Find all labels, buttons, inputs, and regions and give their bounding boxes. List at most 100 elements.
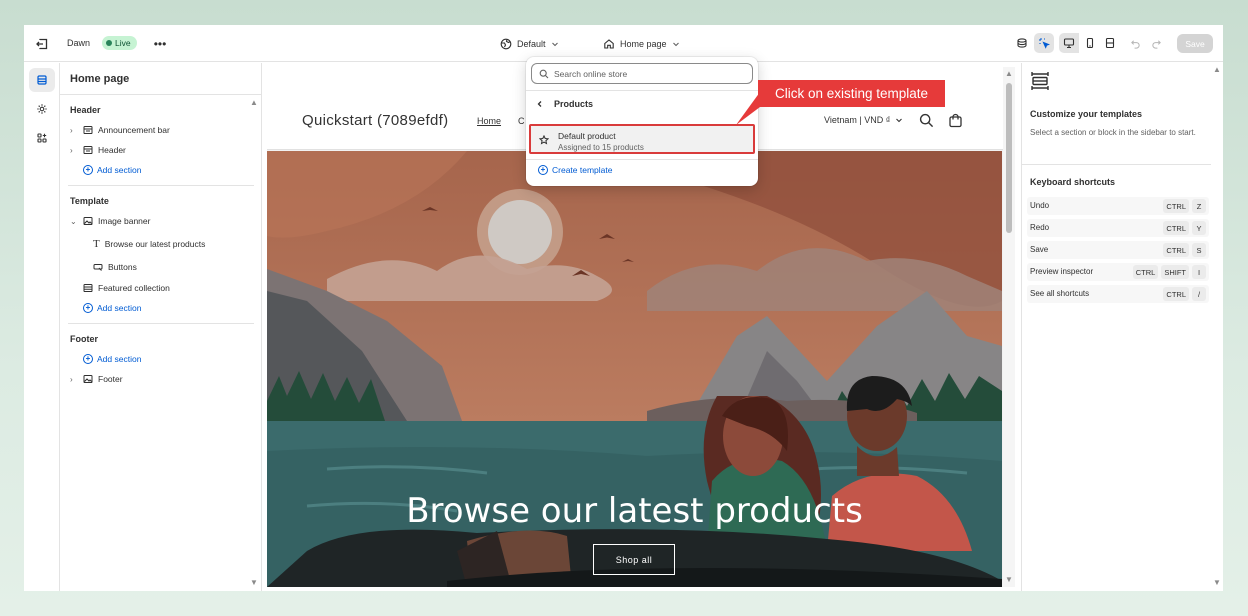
- divider: [68, 323, 254, 324]
- key-cap: Z: [1192, 199, 1206, 213]
- desktop-view-icon[interactable]: [1059, 33, 1079, 53]
- scroll-down-icon[interactable]: ▼: [1005, 575, 1013, 584]
- sections-icon[interactable]: [29, 68, 55, 92]
- key-cap: SHIFT: [1161, 265, 1189, 279]
- shop-all-button[interactable]: Shop all: [593, 544, 675, 575]
- key-cap: CTRL: [1163, 287, 1189, 301]
- apps-icon[interactable]: [29, 126, 55, 150]
- nav-link-partial[interactable]: C: [518, 116, 525, 126]
- undo-icon[interactable]: [1125, 33, 1145, 53]
- sidebar-item-buttons-block[interactable]: Buttons: [93, 260, 137, 274]
- add-section-footer-button[interactable]: + Add section: [83, 352, 141, 366]
- inspector-select-icon[interactable]: [1034, 33, 1054, 53]
- nav-link-home[interactable]: Home: [477, 116, 501, 126]
- scroll-up-icon[interactable]: ▲: [1005, 69, 1013, 78]
- template-selector[interactable]: Default: [500, 36, 559, 52]
- template-option-default-product[interactable]: Default product Assigned to 15 products: [529, 124, 755, 154]
- key-cap: I: [1192, 265, 1206, 279]
- live-status-badge: Live: [102, 36, 137, 50]
- preview-scrollbar[interactable]: ▲ ▼: [1003, 67, 1015, 587]
- shortcut-label: Redo: [1030, 223, 1050, 232]
- divider: [526, 159, 758, 160]
- divider: [526, 90, 758, 91]
- live-label: Live: [115, 38, 131, 48]
- search-field[interactable]: [531, 63, 753, 84]
- key-cap: CTRL: [1132, 265, 1159, 279]
- theme-name: Dawn: [67, 38, 91, 48]
- plus-circle-icon: +: [83, 165, 93, 175]
- template-layout-icon: [1030, 71, 1050, 91]
- search-icon[interactable]: [918, 112, 934, 128]
- image-banner[interactable]: Browse our latest products Shop all: [267, 151, 1002, 587]
- sidebar-item-announcement-bar[interactable]: › Announcement bar: [70, 123, 170, 137]
- collection-section-icon: [83, 284, 93, 292]
- create-template-button[interactable]: + Create template: [538, 163, 612, 177]
- sidebar-item-label: Image banner: [98, 216, 151, 226]
- star-icon: [539, 135, 549, 145]
- header-group-title: Header: [70, 105, 101, 115]
- mobile-view-icon[interactable]: [1080, 33, 1100, 53]
- image-section-icon: [83, 217, 93, 225]
- chevron-right-icon[interactable]: ›: [70, 126, 78, 135]
- chevron-right-icon[interactable]: ›: [70, 146, 78, 155]
- live-dot-icon: [106, 40, 112, 46]
- exit-icon[interactable]: [33, 35, 51, 53]
- sidebar-item-label: Footer: [98, 374, 123, 384]
- scrollbar-thumb[interactable]: [1006, 83, 1012, 233]
- store-logo[interactable]: Quickstart (7089efdf): [302, 112, 448, 129]
- scroll-down-icon[interactable]: ▼: [1213, 578, 1221, 587]
- chevron-right-icon[interactable]: ›: [70, 375, 78, 384]
- section-icon: [83, 146, 93, 154]
- shortcut-row[interactable]: See all shortcuts CTRL /: [1027, 285, 1209, 303]
- button-block-icon: [93, 264, 103, 271]
- theme-editor-window: Dawn Live ••• Default Home page Save Hom…: [24, 25, 1223, 591]
- redo-icon[interactable]: [1146, 33, 1166, 53]
- sidebar-item-label: Featured collection: [98, 283, 170, 293]
- scroll-up-icon[interactable]: ▲: [250, 98, 258, 107]
- sections-sidebar: Home page ▲ Header › Announcement bar › …: [60, 63, 262, 591]
- add-section-template-button[interactable]: + Add section: [83, 301, 141, 315]
- search-input[interactable]: [554, 68, 734, 79]
- settings-gear-icon[interactable]: [29, 97, 55, 121]
- add-section-label: Add section: [97, 354, 142, 364]
- chevron-down-icon: [672, 42, 679, 47]
- shortcut-label: Undo: [1030, 201, 1050, 210]
- page-selector-label: Home page: [620, 39, 667, 49]
- sidebar-item-footer[interactable]: › Footer: [70, 372, 123, 386]
- chevron-left-icon: [537, 101, 542, 107]
- sidebar-item-featured-collection[interactable]: Featured collection: [83, 281, 170, 295]
- cart-bag-icon[interactable]: [947, 112, 963, 128]
- plus-circle-icon: +: [83, 354, 93, 364]
- shortcut-label: Preview inspector: [1030, 267, 1094, 276]
- add-section-header-button[interactable]: + Add section: [83, 163, 141, 177]
- annotation-callout: Click on existing template: [758, 80, 945, 107]
- app-embed-icon[interactable]: [1012, 33, 1032, 53]
- sidebar-item-heading-block[interactable]: T Browse our latest products: [93, 237, 205, 251]
- sidebar-item-header[interactable]: › Header: [70, 143, 126, 157]
- shortcut-row: Redo CTRL Y: [1027, 219, 1209, 237]
- shortcut-row: Preview inspector CTRL SHIFT I: [1027, 263, 1209, 281]
- sidebar-item-image-banner[interactable]: ⌄ Image banner: [70, 214, 150, 228]
- scroll-up-icon[interactable]: ▲: [1213, 65, 1221, 74]
- currency-selector[interactable]: Vietnam | VND ₫: [824, 115, 903, 125]
- right-info-panel: Customize your templates Select a sectio…: [1021, 63, 1223, 591]
- search-icon: [539, 69, 549, 78]
- chevron-down-icon: [896, 118, 903, 123]
- back-to-templates-button[interactable]: Products: [536, 97, 593, 111]
- panel-description: Select a section or block in the sidebar…: [1030, 128, 1196, 137]
- plus-circle-icon: +: [83, 303, 93, 313]
- key-cap: CTRL: [1163, 221, 1189, 235]
- shortcut-row: Undo CTRL Z: [1027, 197, 1209, 215]
- back-label: Products: [554, 99, 594, 109]
- hero-heading: Browse our latest products: [406, 491, 863, 531]
- key-cap: S: [1192, 243, 1206, 257]
- more-actions-button[interactable]: •••: [151, 35, 169, 53]
- fullscreen-view-icon[interactable]: [1100, 33, 1120, 53]
- scroll-down-icon[interactable]: ▼: [250, 578, 258, 587]
- save-button[interactable]: Save: [1177, 34, 1213, 53]
- section-icon: [83, 126, 93, 134]
- chevron-down-icon[interactable]: ⌄: [70, 217, 78, 226]
- page-selector[interactable]: Home page: [603, 36, 680, 52]
- sidebar-item-label: Buttons: [108, 262, 137, 272]
- text-icon: T: [93, 238, 100, 250]
